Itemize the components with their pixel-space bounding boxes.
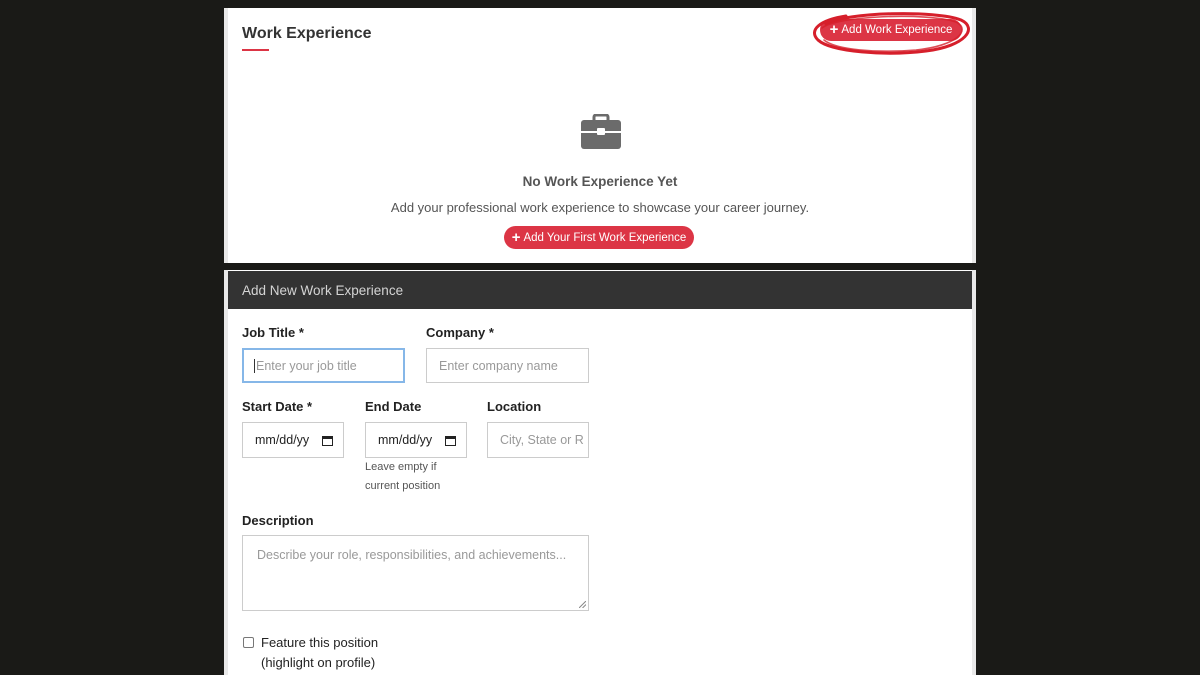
add-first-work-experience-button[interactable]: + Add Your First Work Experience [504,226,694,249]
briefcase-icon [581,114,621,149]
end-date-input[interactable]: mm/dd/yy [365,422,467,458]
location-placeholder: City, State or R [500,433,584,447]
company-placeholder: Enter company name [439,358,558,373]
end-date-value: mm/dd/yy [378,433,433,447]
end-date-hint-line2: current position [365,480,441,492]
location-label: Location [487,399,542,414]
job-title-input[interactable]: Enter your job title [242,348,405,383]
feature-position-label-line2: (highlight on profile) [261,655,376,670]
feature-position-label[interactable]: Feature this position (highlight on prof… [261,633,378,673]
title-underline [242,49,269,51]
start-date-label: Start Date * [242,399,313,414]
add-first-work-experience-label: Add Your First Work Experience [523,231,687,244]
plus-icon: + [511,228,521,246]
work-experience-section: Work Experience + Add Work Experience No… [224,8,976,263]
start-date-value: mm/dd/yy [255,433,310,447]
company-label: Company * [426,325,494,340]
add-work-experience-label: Add Work Experience [841,24,953,36]
empty-state-description: Add your professional work experience to… [390,200,810,215]
description-label: Description [242,513,314,528]
calendar-icon[interactable] [445,435,456,446]
calendar-icon[interactable] [322,435,333,446]
feature-position-checkbox[interactable] [243,637,254,648]
end-date-hint: Leave empty if current position [365,458,440,496]
text-caret [254,358,255,373]
company-input[interactable]: Enter company name [426,348,589,383]
form-header: Add New Work Experience [228,271,972,309]
feature-position-label-line1: Feature this position [261,635,379,650]
section-title: Work Experience [242,25,372,42]
empty-state-title: No Work Experience Yet [522,174,678,189]
end-date-hint-line1: Leave empty if [365,461,437,473]
resize-handle-icon[interactable] [579,601,586,608]
job-title-placeholder: Enter your job title [256,358,357,373]
description-textarea[interactable]: Describe your role, responsibilities, an… [242,535,589,611]
description-placeholder: Describe your role, responsibilities, an… [257,548,567,562]
add-work-experience-button[interactable]: + Add Work Experience [820,19,962,41]
plus-icon: + [829,21,839,38]
job-title-label: Job Title * [242,325,304,340]
start-date-input[interactable]: mm/dd/yy [242,422,344,458]
location-input[interactable]: City, State or R [487,422,589,458]
add-work-experience-form: Add New Work Experience Job Title * Ente… [224,270,976,675]
end-date-label: End Date [365,399,422,414]
